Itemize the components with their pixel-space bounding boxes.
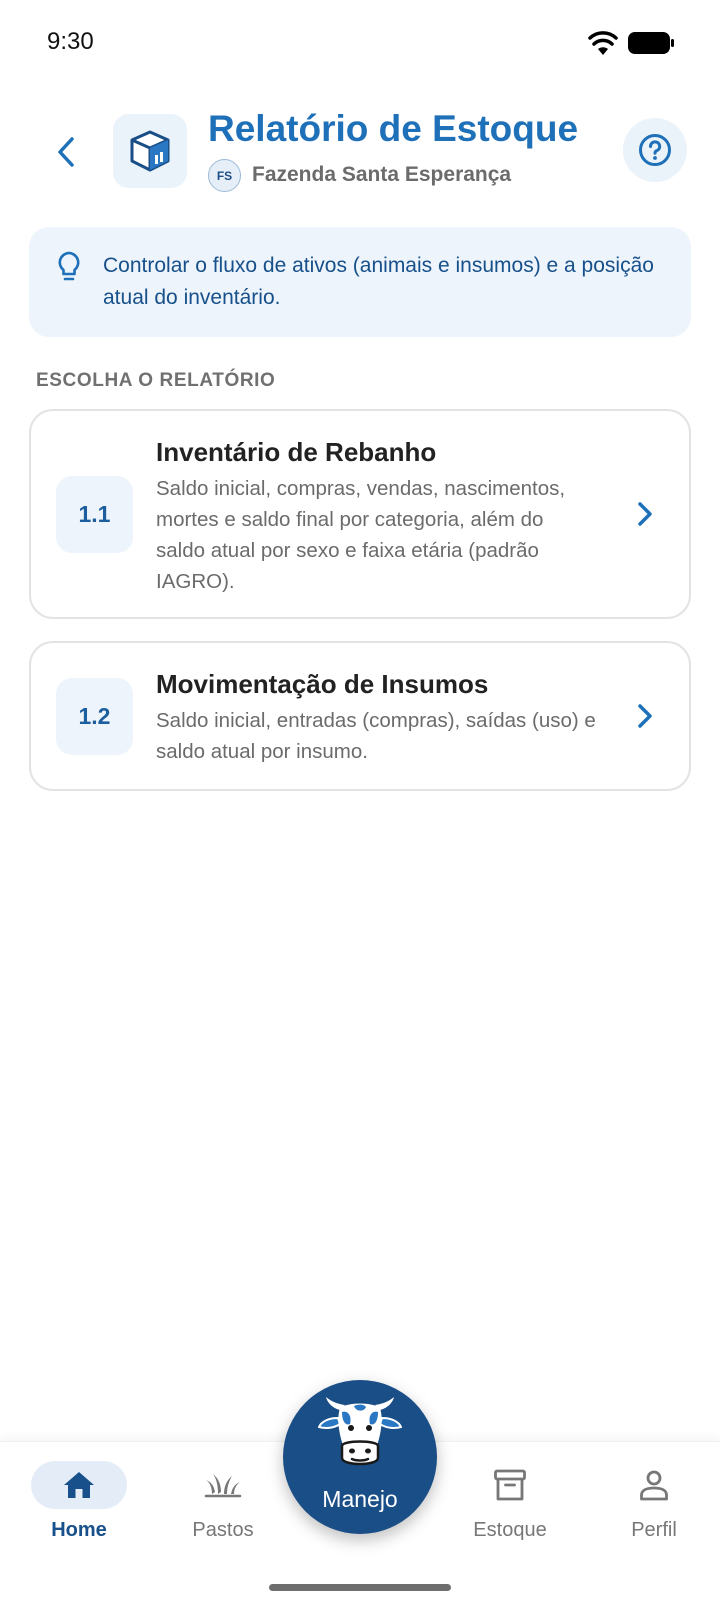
farm-avatar: FS [208,159,241,192]
page-title: Relatório de Estoque [208,108,579,149]
report-title: Inventário de Rebanho [156,437,437,467]
nav-active-indicator [31,1461,127,1509]
nav-label: Home [51,1519,107,1541]
nav-item-estoque[interactable]: Estoque [455,1458,565,1548]
cow-icon [318,1397,402,1466]
nav-item-pastos[interactable]: Pastos [168,1458,278,1548]
manejo-fab-button[interactable]: Manejo [283,1380,437,1534]
wifi-icon [588,31,618,55]
section-label: ESCOLHA O RELATÓRIO [36,370,276,391]
nav-icon-container [462,1461,558,1509]
battery-icon [628,32,674,54]
lightbulb-icon [58,251,80,281]
report-number-badge: 1.2 [56,678,133,755]
report-number-badge: 1.1 [56,476,133,553]
fab-label: Manejo [322,1486,398,1512]
nav-label: Perfil [631,1519,677,1541]
grass-icon [204,1474,242,1498]
report-card-supplies-movement[interactable]: 1.2 Movimentação de Insumos Saldo inicia… [29,641,691,791]
screen: 9:30 Relatório de Estoque FS Fazenda San… [0,0,720,1606]
nav-item-perfil[interactable]: Perfil [599,1458,709,1548]
report-card-herd-inventory[interactable]: 1.1 Inventário de Rebanho Saldo inicial,… [29,409,691,619]
nav-icon-container [606,1461,702,1509]
inventory-box-icon-container [113,114,187,188]
back-button[interactable] [48,128,84,176]
person-icon [640,1470,668,1501]
chevron-right-icon [638,502,652,526]
nav-label: Pastos [192,1519,254,1541]
home-icon [64,1472,94,1498]
chevron-left-icon [58,137,74,167]
home-indicator[interactable] [269,1584,451,1591]
info-banner-text: Controlar o fluxo de ativos (animais e i… [103,254,654,309]
chevron-right-icon [638,704,652,728]
help-icon [639,134,671,166]
nav-label: Estoque [473,1519,547,1541]
report-description: Saldo inicial, compras, vendas, nascimen… [156,477,566,593]
status-time: 9:30 [47,28,94,55]
archive-icon [494,1469,526,1501]
nav-item-home[interactable]: Home [24,1458,134,1548]
farm-name: Fazenda Santa Esperança [252,163,512,186]
help-button[interactable] [623,118,687,182]
nav-icon-container [175,1461,271,1509]
report-description: Saldo inicial, entradas (compras), saída… [156,709,596,763]
status-bar: 9:30 [0,0,720,90]
package-icon [130,130,170,172]
report-title: Movimentação de Insumos [156,669,489,699]
